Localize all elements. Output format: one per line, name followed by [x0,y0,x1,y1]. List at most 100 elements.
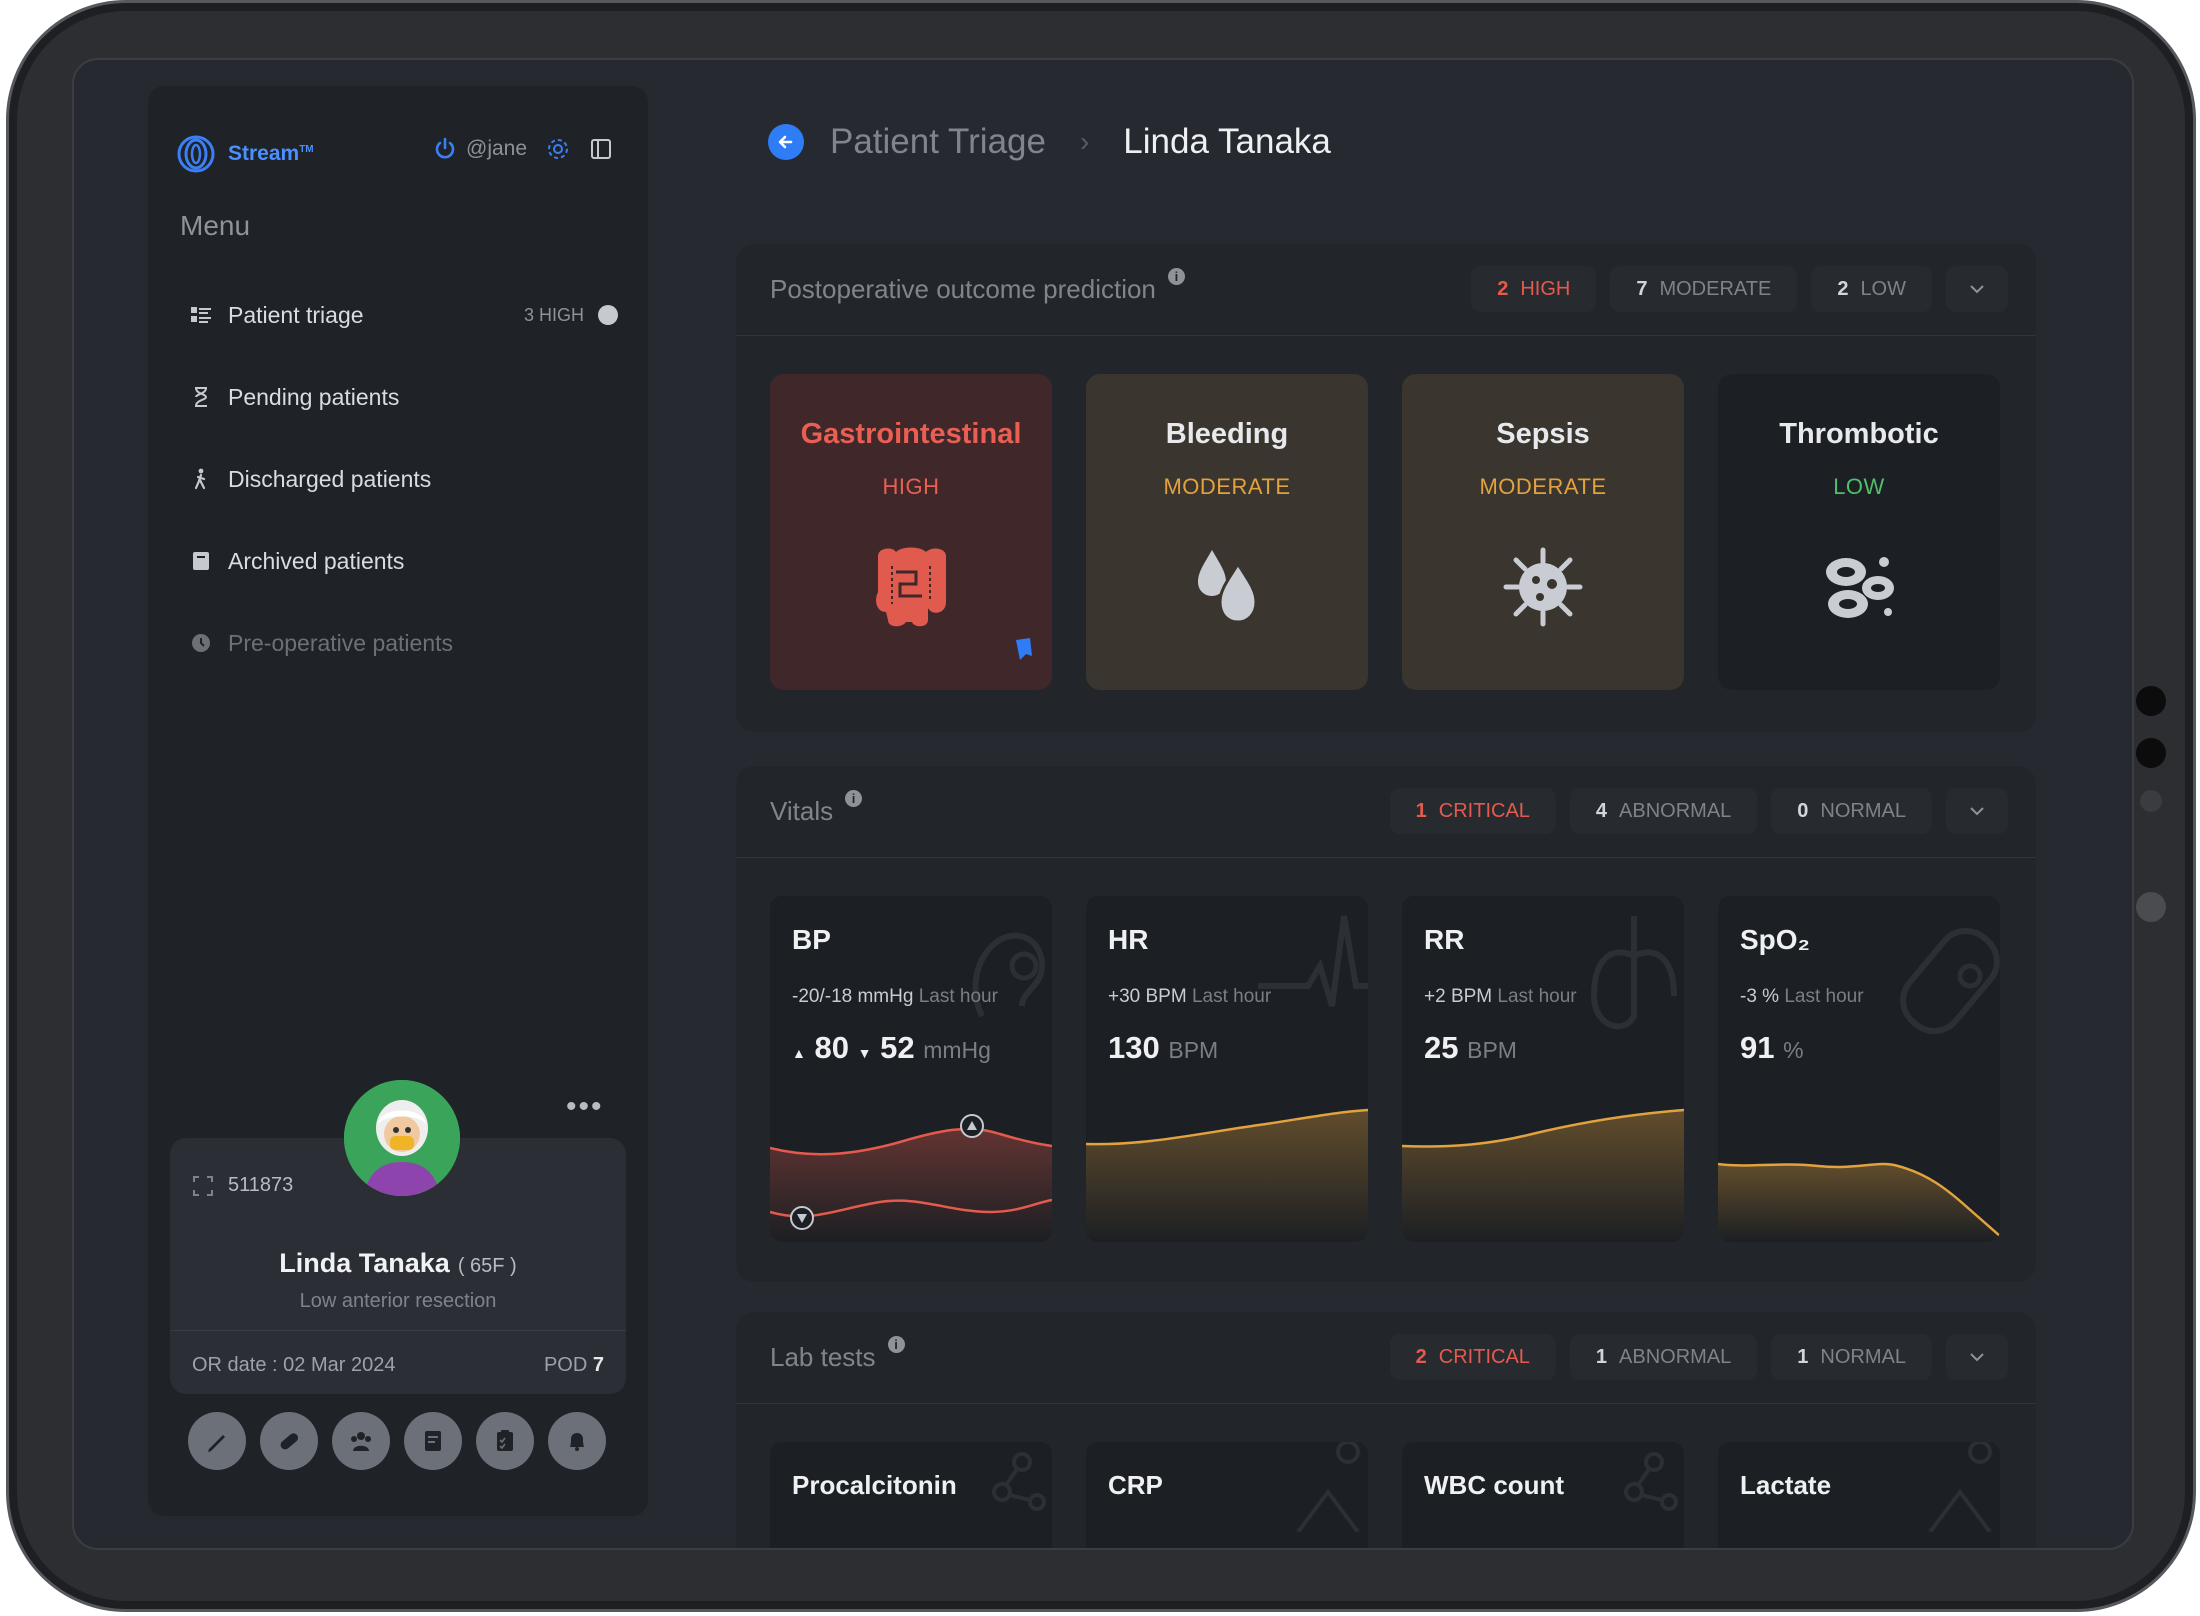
sidebar-toggle-icon[interactable] [589,137,613,161]
breadcrumb-parent[interactable]: Patient Triage [830,122,1046,162]
page-title: Linda Tanaka [1123,122,1331,161]
more-options-button[interactable]: ••• [566,1090,604,1124]
vital-value: ▲ 80 ▼ 52 mmHg [792,1030,991,1065]
lab-card-procalcitonin[interactable]: Procalcitonin [770,1442,1052,1548]
patient-actions [188,1412,606,1470]
sidebar-item-pending-patients[interactable]: Pending patients [178,356,618,438]
sidebar-item-patient-triage[interactable]: Patient triage 3 HIGH [178,274,618,356]
power-icon [435,137,455,159]
sidebar-item-label: Pending patients [228,383,400,410]
hr-trend-chart [1086,1108,1368,1242]
chevron-down-icon [1970,1353,1984,1362]
chevron-down-icon [1970,285,1984,294]
intestine-icon [876,547,946,627]
pill-icon [280,1433,299,1450]
brand-name: StreamTM [228,142,314,165]
risk-level: MODERATE [1163,474,1291,499]
collapse-button[interactable] [1946,788,2008,834]
medication-button[interactable] [260,1412,318,1470]
gear-icon[interactable] [545,136,571,162]
clipboard-icon [497,1430,513,1451]
collapse-button[interactable] [1946,266,2008,312]
nav-list: Patient triage 3 HIGH Pending patients D… [178,274,618,684]
risk-card-gastrointestinal[interactable]: Gastrointestinal HIGH [770,374,1052,690]
back-button[interactable] [768,124,804,160]
vital-card-spo2[interactable]: SpO₂ -3 % Last hour 91 % [1718,896,2000,1242]
flask-icon [1296,1442,1360,1532]
patient-id: 511873 [192,1174,293,1197]
avatar[interactable] [344,1080,460,1196]
sidebar-item-discharged-patients[interactable]: Discharged patients [178,438,618,520]
risk-card-bleeding[interactable]: Bleeding MODERATE [1086,374,1368,690]
filter-normal[interactable]: 0 NORMAL [1771,788,1932,834]
vital-card-hr[interactable]: HR +30 BPM Last hour 130 BPM [1086,896,1368,1242]
bp-trend-chart [770,1114,1052,1242]
status-dot [598,305,618,325]
app-logo[interactable]: StreamTM [176,134,314,174]
patient-procedure: Low anterior resection [299,1290,497,1312]
sidebar: StreamTM @jane Menu Patient triage 3 HIG… [148,86,648,1516]
high-count-badge: 3 HIGH [524,305,618,326]
document-icon [425,1431,441,1451]
filter-critical[interactable]: 2 CRITICAL [1389,1334,1556,1380]
team-icon [351,1432,371,1451]
arrow-left-icon [778,135,793,149]
filter-moderate[interactable]: 7 MODERATE [1610,266,1798,312]
risk-title: Bleeding [1165,418,1289,450]
stream-logo-icon [177,135,215,173]
vital-card-bp[interactable]: BP -20/-18 mmHg Last hour ▲ 80 ▼ 52 mmHg [770,896,1052,1242]
panel-header: Lab tests i 2 CRITICAL 1 ABNORMAL 1 NORMAL [736,1312,2036,1404]
info-icon[interactable]: i [887,1336,905,1353]
collapse-button[interactable] [1946,1334,2008,1380]
reports-button[interactable] [404,1412,462,1470]
risk-card-thrombotic[interactable]: Thrombotic LOW [1718,374,2000,690]
app-screen: StreamTM @jane Menu Patient triage 3 HIG… [72,58,2134,1550]
outcome-prediction-panel: Postoperative outcome prediction i 2 HIGH … [736,244,2036,732]
or-date: OR date : 02 Mar 2024 [192,1354,396,1376]
chevron-down-icon [1970,807,1984,816]
bookmark-icon[interactable] [1012,636,1036,662]
blood-cells-icon [1826,557,1894,618]
sensor-dot-small [2140,790,2162,812]
lab-card-crp[interactable]: CRP [1086,1442,1368,1548]
oxygen-sensor-icon [1900,928,2000,1034]
sidebar-item-pre-operative-patients[interactable]: Pre-operative patients [178,602,618,684]
virus-icon [1503,547,1583,627]
care-team-button[interactable] [332,1412,390,1470]
lab-name: Procalcitonin [792,1470,957,1500]
info-icon[interactable]: i [1167,268,1185,285]
vital-name: RR [1424,924,1465,955]
checklist-button[interactable] [476,1412,534,1470]
filter-high[interactable]: 2 HIGH [1471,266,1597,312]
lab-name: CRP [1108,1470,1163,1500]
vital-delta: -3 % Last hour [1740,986,1864,1007]
side-light [2136,892,2166,922]
risk-level: LOW [1833,474,1885,499]
filter-abnormal[interactable]: 4 ABNORMAL [1569,788,1758,834]
vital-card-rr[interactable]: RR +2 BPM Last hour 25 BPM [1402,896,1684,1242]
risk-title: Gastrointestinal [800,418,1022,450]
user-menu[interactable]: @jane [434,137,527,161]
info-icon[interactable]: i [845,790,863,807]
filter-abnormal[interactable]: 1 ABNORMAL [1569,1334,1758,1380]
blood-drops-icon [1198,550,1258,624]
panel-title: Postoperative outcome prediction i [770,268,1185,305]
risk-card-sepsis[interactable]: Sepsis MODERATE [1402,374,1684,690]
alerts-button[interactable] [548,1412,606,1470]
lab-card-lactate[interactable]: Lactate [1718,1442,2000,1548]
username: @jane [466,137,528,160]
filter-critical[interactable]: 1 CRITICAL [1389,788,1556,834]
filter-low[interactable]: 2 LOW [1811,266,1932,312]
clock-icon [192,634,210,652]
vital-value: 130 BPM [1108,1030,1219,1065]
hourglass-icon [195,387,208,407]
lab-card-wbc-count[interactable]: WBC count [1402,1442,1684,1548]
risk-title: Sepsis [1496,418,1590,450]
breadcrumb: Patient Triage › Linda Tanaka [768,122,1331,162]
pencil-icon [208,1435,225,1452]
sidebar-item-label: Archived patients [228,547,405,574]
edit-button[interactable] [188,1412,246,1470]
filter-normal[interactable]: 1 NORMAL [1771,1334,1932,1380]
sidebar-item-label: Patient triage [228,301,364,328]
sidebar-item-archived-patients[interactable]: Archived patients [178,520,618,602]
